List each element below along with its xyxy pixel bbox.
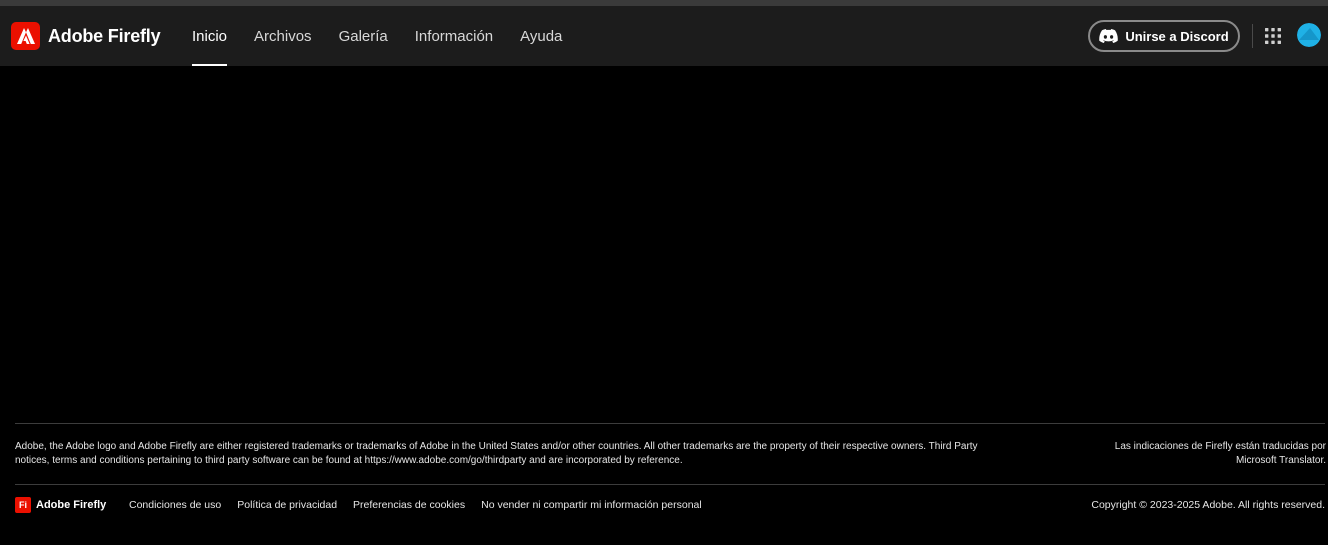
- header-divider: [1252, 24, 1253, 48]
- nav-item-galeria[interactable]: Galería: [339, 6, 388, 66]
- main-nav: Inicio Archivos Galería Información Ayud…: [192, 6, 589, 66]
- brand-home-link[interactable]: Adobe Firefly: [11, 22, 161, 50]
- nav-item-informacion[interactable]: Información: [415, 6, 493, 66]
- footer-link-do-not-sell[interactable]: No vender ni compartir mi información pe…: [481, 499, 702, 511]
- translator-notice: Las indicaciones de Firefly están traduc…: [1114, 441, 1326, 466]
- nav-item-archivos[interactable]: Archivos: [254, 6, 312, 66]
- footer-links: Condiciones de uso Política de privacida…: [129, 497, 718, 513]
- brand-name: Adobe Firefly: [48, 25, 161, 46]
- legal-notice: Adobe, the Adobe logo and Adobe Firefly …: [15, 441, 978, 466]
- app-grid-icon[interactable]: [1263, 26, 1283, 46]
- footer-link-privacy[interactable]: Política de privacidad: [237, 499, 337, 511]
- join-discord-button[interactable]: Unirse a Discord: [1088, 20, 1240, 52]
- adobe-logo-icon: [11, 22, 40, 50]
- footer-brand-name: Adobe Firefly: [36, 499, 107, 511]
- copyright-text: Copyright © 2023-2025 Adobe. All rights …: [1091, 499, 1325, 511]
- nav-item-inicio[interactable]: Inicio: [192, 6, 228, 66]
- nav-item-ayuda[interactable]: Ayuda: [520, 6, 562, 66]
- firefly-logo-icon: Fi: [15, 497, 31, 513]
- footer-divider-top: [15, 423, 1325, 424]
- user-avatar[interactable]: [1297, 23, 1321, 47]
- discord-button-label: Unirse a Discord: [1125, 28, 1229, 44]
- top-navigation-bar: Adobe Firefly Inicio Archivos Galería In…: [0, 6, 1328, 66]
- footer-divider-bottom: [15, 484, 1325, 485]
- footer-link-terms[interactable]: Condiciones de uso: [129, 499, 221, 511]
- footer-brand: Fi Adobe Firefly: [15, 497, 106, 513]
- footer-link-cookies[interactable]: Preferencias de cookies: [353, 499, 465, 511]
- discord-icon: [1099, 29, 1119, 43]
